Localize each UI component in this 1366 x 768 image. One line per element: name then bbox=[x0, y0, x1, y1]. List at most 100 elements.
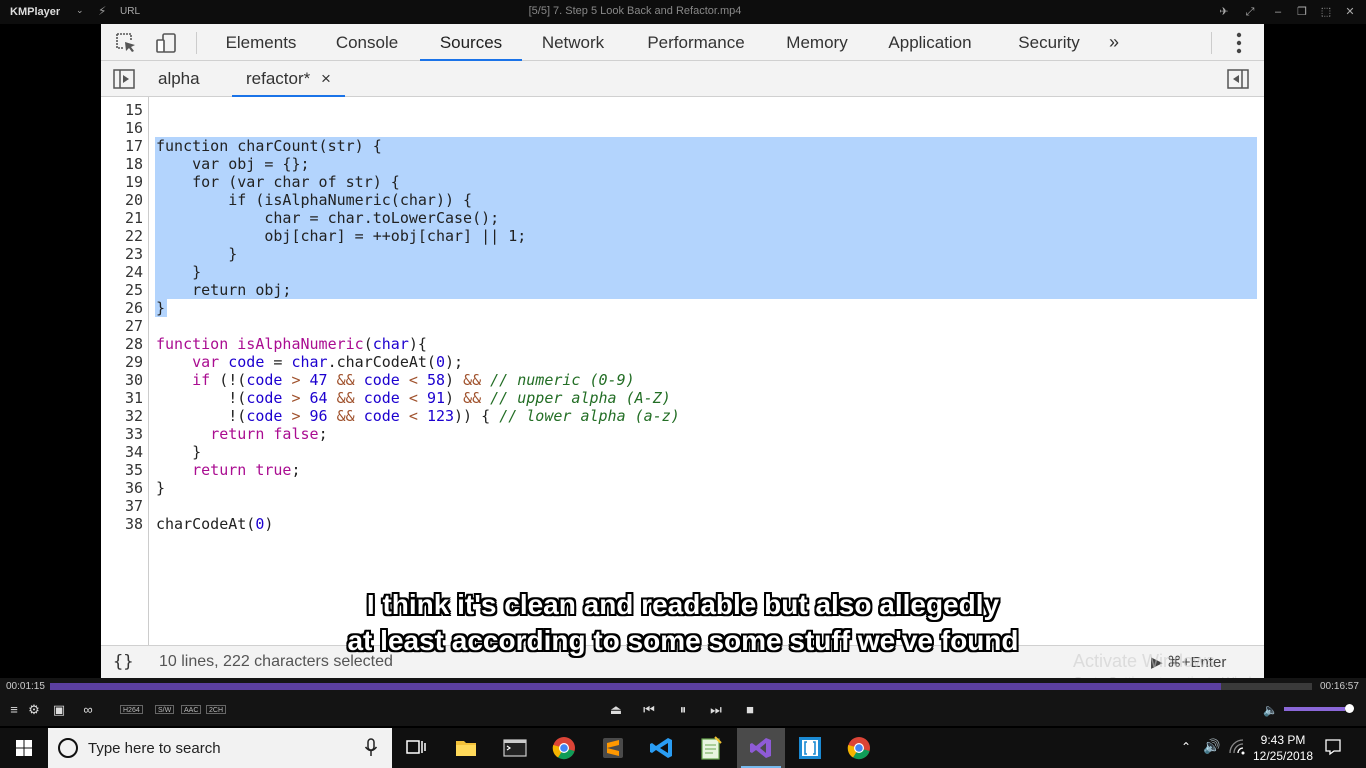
code-line[interactable]: 26} bbox=[101, 299, 1264, 317]
tab-elements[interactable]: Elements bbox=[209, 24, 313, 61]
code-line[interactable]: 37 bbox=[101, 497, 1264, 515]
pin-icon[interactable]: ✈ bbox=[1216, 4, 1232, 20]
tray-volume-icon[interactable]: 🔊 bbox=[1203, 738, 1220, 755]
action-center-icon[interactable] bbox=[1324, 738, 1342, 756]
brackets-icon[interactable] bbox=[786, 728, 834, 768]
code-line[interactable]: 22 obj[char] = ++obj[char] || 1; bbox=[101, 227, 1264, 245]
code-line[interactable]: 23 } bbox=[101, 245, 1264, 263]
code-line[interactable]: 20 if (isAlphaNumeric(char)) { bbox=[101, 191, 1264, 209]
code-line[interactable]: 38 charCodeAt(0) bbox=[101, 515, 1264, 533]
volume-slider[interactable] bbox=[1284, 707, 1350, 711]
code-line[interactable]: 36} bbox=[101, 479, 1264, 497]
microphone-icon[interactable] bbox=[364, 738, 378, 758]
pause-icon[interactable]: ⏸ bbox=[674, 702, 692, 718]
file-tab-refactor[interactable]: refactor* × bbox=[232, 61, 345, 97]
task-view-icon[interactable] bbox=[392, 728, 440, 768]
inspect-element-icon[interactable] bbox=[115, 32, 137, 54]
terminal-icon[interactable] bbox=[491, 728, 539, 768]
code-line[interactable]: 16 bbox=[101, 119, 1264, 137]
line-number[interactable]: 15 bbox=[101, 101, 143, 119]
code-line[interactable]: 31 !(code > 64 && code < 91) && // upper… bbox=[101, 389, 1264, 407]
code-line[interactable]: 21 char = char.toLowerCase(); bbox=[101, 209, 1264, 227]
code-line[interactable]: 18 var obj = {}; bbox=[101, 155, 1264, 173]
line-number[interactable]: 35 bbox=[101, 461, 143, 479]
line-number[interactable]: 30 bbox=[101, 371, 143, 389]
tab-network[interactable]: Network bbox=[526, 24, 620, 61]
volume-knob[interactable] bbox=[1345, 704, 1354, 713]
code-line[interactable]: 30 if (!(code > 47 && code < 58) && // n… bbox=[101, 371, 1264, 389]
vscode-icon[interactable] bbox=[638, 728, 686, 768]
line-number[interactable]: 18 bbox=[101, 155, 143, 173]
visual-studio-app[interactable] bbox=[737, 728, 785, 768]
line-number[interactable]: 27 bbox=[101, 317, 143, 335]
tab-application[interactable]: Application bbox=[875, 24, 985, 61]
system-clock[interactable]: 9:43 PM 12/25/2018 bbox=[1252, 732, 1314, 764]
code-line[interactable]: 25 return obj; bbox=[101, 281, 1264, 299]
code-line[interactable]: 19 for (var char of str) { bbox=[101, 173, 1264, 191]
chrome-icon[interactable] bbox=[835, 728, 883, 768]
code-line[interactable]: 27 bbox=[101, 317, 1264, 335]
line-number[interactable]: 28 bbox=[101, 335, 143, 353]
stop-icon[interactable]: ■ bbox=[741, 702, 759, 717]
code-line[interactable]: 35 return true; bbox=[101, 461, 1264, 479]
file-explorer-icon[interactable] bbox=[442, 728, 490, 768]
customize-menu-icon[interactable] bbox=[1227, 30, 1251, 56]
volume-icon[interactable]: 🔈 bbox=[1263, 703, 1278, 717]
wifi-icon[interactable] bbox=[1228, 738, 1246, 756]
code-line[interactable]: 24 } bbox=[101, 263, 1264, 281]
more-tabs-chevron-icon[interactable]: » bbox=[1109, 32, 1119, 53]
line-number[interactable]: 29 bbox=[101, 353, 143, 371]
show-hidden-icons-chevron-icon[interactable]: ⌃ bbox=[1181, 740, 1191, 754]
code-line[interactable]: 33 return false; bbox=[101, 425, 1264, 443]
code-line[interactable]: 15 bbox=[101, 101, 1264, 119]
code-line[interactable]: 17 function charCount(str) { bbox=[101, 137, 1264, 155]
minimize-icon[interactable]: – bbox=[1270, 4, 1286, 20]
eject-icon[interactable]: ⏏ bbox=[607, 702, 625, 718]
notepad-icon[interactable] bbox=[687, 728, 735, 768]
previous-icon[interactable]: ⏮ bbox=[640, 702, 658, 718]
line-number[interactable]: 38 bbox=[101, 515, 143, 533]
line-number[interactable]: 36 bbox=[101, 479, 143, 497]
line-number[interactable]: 22 bbox=[101, 227, 143, 245]
resize-icon[interactable]: ⤢ bbox=[1242, 4, 1258, 20]
line-number[interactable]: 31 bbox=[101, 389, 143, 407]
line-number[interactable]: 20 bbox=[101, 191, 143, 209]
sublime-text-icon[interactable] bbox=[589, 728, 637, 768]
settings-gear-icon[interactable]: ⚙ bbox=[25, 702, 43, 718]
tab-sources[interactable]: Sources bbox=[420, 24, 522, 61]
line-number[interactable]: 34 bbox=[101, 443, 143, 461]
tab-security[interactable]: Security bbox=[1001, 24, 1097, 61]
line-number[interactable]: 16 bbox=[101, 119, 143, 137]
line-number[interactable]: 33 bbox=[101, 425, 143, 443]
line-number[interactable]: 23 bbox=[101, 245, 143, 263]
tab-console[interactable]: Console bbox=[321, 24, 413, 61]
device-toolbar-icon[interactable] bbox=[155, 32, 177, 54]
maximize-icon[interactable]: ⬚ bbox=[1318, 4, 1334, 20]
chrome-icon[interactable] bbox=[540, 728, 588, 768]
vr-icon[interactable]: ∞ bbox=[79, 702, 97, 717]
line-number[interactable]: 21 bbox=[101, 209, 143, 227]
restore-icon[interactable]: ❐ bbox=[1294, 4, 1310, 20]
taskbar-search[interactable]: Type here to search bbox=[48, 728, 392, 768]
tab-performance[interactable]: Performance bbox=[631, 24, 761, 61]
seek-bar[interactable] bbox=[50, 683, 1312, 690]
next-icon[interactable]: ⏭ bbox=[707, 702, 725, 718]
code-line[interactable]: 29 var code = char.charCodeAt(0); bbox=[101, 353, 1264, 371]
windows-start-icon[interactable] bbox=[0, 728, 48, 768]
line-number[interactable]: 26 bbox=[101, 299, 143, 317]
close-tab-icon[interactable]: × bbox=[321, 69, 331, 88]
line-number[interactable]: 24 bbox=[101, 263, 143, 281]
tab-memory[interactable]: Memory bbox=[772, 24, 862, 61]
code-line[interactable]: 34 } bbox=[101, 443, 1264, 461]
close-icon[interactable]: ✕ bbox=[1342, 4, 1358, 20]
capture-icon[interactable]: ▣ bbox=[50, 702, 68, 718]
line-number[interactable]: 17 bbox=[101, 137, 143, 155]
video-area[interactable]: Elements Console Sources Network Performance… bbox=[0, 24, 1366, 689]
toggle-debugger-icon[interactable] bbox=[1227, 69, 1249, 89]
code-line[interactable]: 32 !(code > 96 && code < 123)) { // lowe… bbox=[101, 407, 1264, 425]
code-editor[interactable]: 15 16 17 function charCount(str) {18 var ob… bbox=[101, 97, 1264, 645]
code-line[interactable]: 28 function isAlphaNumeric(char){ bbox=[101, 335, 1264, 353]
line-number[interactable]: 37 bbox=[101, 497, 143, 515]
file-tab-alpha[interactable]: alpha bbox=[158, 61, 200, 97]
line-number[interactable]: 19 bbox=[101, 173, 143, 191]
